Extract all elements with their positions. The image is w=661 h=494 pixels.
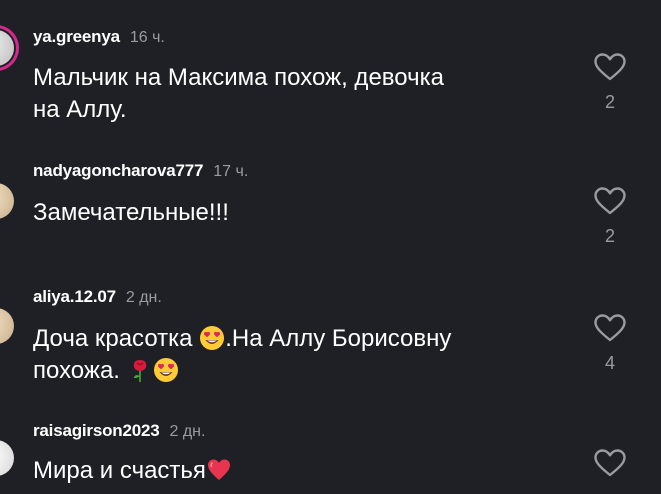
comment-username[interactable]: raisagirson2023 — [33, 421, 160, 440]
comment-text-line: похожа. — [33, 357, 127, 384]
like-button[interactable]: 2 — [590, 186, 630, 247]
heart-icon[interactable] — [593, 448, 627, 478]
comment-meta: raisagirson2023 2 дн. — [33, 421, 205, 441]
comment-text-line: Мира и счастья — [33, 457, 206, 484]
comment-username[interactable]: ya.greenya — [33, 27, 120, 46]
comment-text-line: Замечательные!!! — [33, 199, 229, 226]
red-heart-emoji-icon — [207, 459, 230, 480]
heart-eyes-emoji-icon — [153, 358, 178, 382]
comment-text: Мира и счастья — [33, 455, 553, 487]
comment-text: Замечательные!!! — [33, 197, 553, 229]
comment-username[interactable]: nadyagoncharova777 — [33, 161, 203, 180]
comment-text-line: Мальчик на Максима похож, девочка — [33, 64, 444, 91]
heart-eyes-emoji-icon — [200, 326, 225, 350]
rose-emoji-icon — [133, 360, 146, 382]
comment-text-line: на Аллу. — [33, 96, 127, 123]
comment-text-part: Доча красотка — [33, 325, 200, 352]
like-button[interactable] — [590, 448, 630, 478]
comment-time: 16 ч. — [129, 29, 165, 46]
like-count: 2 — [604, 226, 615, 246]
comment-time: 2 дн. — [169, 423, 206, 440]
heart-icon[interactable] — [593, 313, 627, 343]
avatar[interactable] — [0, 308, 14, 344]
comment-meta: aliya.12.07 2 дн. — [33, 287, 162, 307]
avatar[interactable] — [0, 30, 14, 66]
comment-meta: nadyagoncharova777 17 ч. — [33, 161, 248, 181]
comments-screen: ya.greenya 16 ч. Мальчик на Максима похож… — [0, 0, 661, 494]
comment-time: 2 дн. — [125, 289, 162, 306]
like-count: 2 — [604, 92, 615, 112]
avatar[interactable] — [0, 440, 14, 476]
heart-icon[interactable] — [593, 52, 627, 82]
comment-meta: ya.greenya 16 ч. — [33, 27, 165, 47]
comment-text: Мальчик на Максима похож, девочка на Алл… — [33, 62, 553, 126]
avatar[interactable] — [0, 183, 14, 219]
heart-icon[interactable] — [593, 186, 627, 216]
comment-text-part: .На Аллу Борисовну — [225, 325, 452, 352]
like-count: 4 — [604, 353, 615, 373]
comment-time: 17 ч. — [213, 163, 249, 180]
like-button[interactable]: 4 — [590, 313, 630, 374]
comment-text: Доча красотка .На Аллу Борисовну похожа. — [33, 323, 553, 387]
like-button[interactable]: 2 — [590, 52, 630, 113]
comment-username[interactable]: aliya.12.07 — [33, 287, 116, 306]
